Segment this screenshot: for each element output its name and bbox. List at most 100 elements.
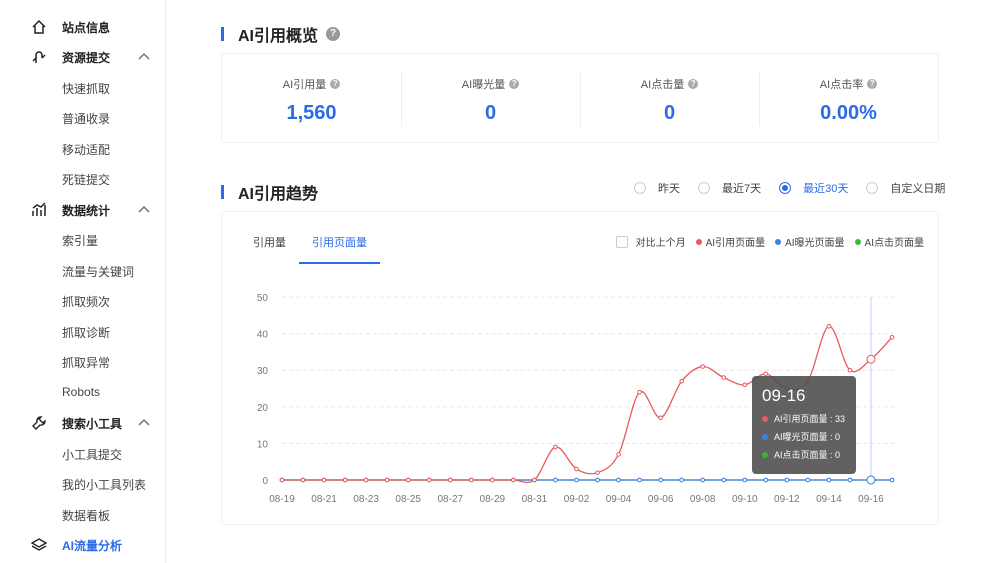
sidebar-item-data-board[interactable]: 数据看板 [62,507,110,524]
tooltip-row: AI点击页面量 : 0 [762,448,846,461]
metric-label: AI曝光量 [461,79,506,91]
legend-label: AI点击页面量 [864,238,924,249]
sidebar-group-label: AI流量分析 [62,538,123,553]
radio-label: 最近30天 [803,183,849,195]
tab-citation-pages[interactable]: 引用页面量 [299,234,380,264]
legend-label: AI曝光页面量 [785,238,845,249]
help-icon[interactable]: ? [509,79,520,89]
chevron-up-icon[interactable] [138,52,150,60]
metric-ai-clicks: AI点击量? 0 [580,54,759,142]
sidebar-item-my-tools[interactable]: 我的小工具列表 [62,476,146,493]
trend-card: 引用量 引用页面量 对比上个月 AI引用页面量 AI曝光页面量 AI点击页面量 [221,211,939,525]
radio-circle [634,182,646,194]
sidebar-group-label: 资源提交 [62,50,111,65]
radio-circle [866,182,879,194]
layers-icon [31,538,47,551]
sidebar-item-robots[interactable]: Robots [62,385,100,399]
radio-custom-date[interactable]: 自定义日期 [866,180,945,196]
legend-item[interactable]: AI点击页面量 [854,234,924,249]
help-icon[interactable]: ? [330,79,341,89]
metric-value: 1,560 [286,102,337,124]
metric-ai-citations: AI引用量? 1,560 [222,54,401,142]
radio-last-30-days[interactable]: 最近30天 [779,180,848,196]
sidebar: 站点信息 资源提交 快速抓取 普通收录 移动适配 死链提交 数据统计 索引量 流… [0,0,166,563]
radio-yesterday[interactable]: 昨天 [634,180,680,196]
help-icon[interactable]: ? [326,27,341,41]
metric-label-wrap: AI点击率? [759,76,938,92]
compare-label: 对比上个月 [635,238,686,249]
sidebar-item-index-volume[interactable]: 索引量 [62,232,98,249]
trend-header: AI引用趋势 [221,180,318,204]
radio-circle [779,182,792,194]
radio-label: 最近7天 [722,183,762,195]
tooltip-date: 09-16 [762,386,806,405]
overview-header: AI引用概览 ? [221,22,341,46]
chart-legend: 对比上个月 AI引用页面量 AI曝光页面量 AI点击页面量 [615,234,924,249]
metric-label-wrap: AI引用量? [222,76,401,92]
metric-label: AI点击率 [819,79,864,91]
sidebar-group-ai-traffic[interactable]: AI流量分析 [0,530,166,560]
metric-label: AI点击量 [640,79,685,91]
chevron-up-icon[interactable] [138,205,150,213]
metric-value: 0 [663,102,676,124]
section-accent-bar [221,27,224,41]
sidebar-group-data-stats[interactable]: 数据统计 [0,195,166,225]
metric-label-wrap: AI曝光量? [401,76,580,92]
sidebar-group-site-info[interactable]: 站点信息 [0,12,166,42]
tooltip-dot [762,433,768,440]
date-range-selector: 昨天 最近7天 最近30天 自定义日期 [634,180,945,196]
sidebar-group-search-tools[interactable]: 搜索小工具 [0,408,166,438]
overview-title: AI引用概览 [238,28,319,45]
sidebar-group-label: 站点信息 [62,20,111,35]
sidebar-item-fast-crawl[interactable]: 快速抓取 [62,80,110,97]
chevron-up-icon[interactable] [138,418,150,426]
sidebar-item-crawl-frequency[interactable]: 抓取频次 [62,293,110,310]
metric-label-wrap: AI点击量? [580,76,759,92]
tooltip-row: AI曝光页面量 : 0 [762,430,846,443]
tooltip-dot [762,415,768,422]
sidebar-item-crawl-errors[interactable]: 抓取异常 [62,354,110,371]
metric-value: 0 [484,102,497,124]
sidebar-group-label: 数据统计 [62,203,111,218]
chart-tooltip: 09-16 AI引用页面量 : 33 AI曝光页面量 : 0 AI点击页面量 :… [752,376,856,474]
trend-title: AI引用趋势 [238,186,319,203]
sidebar-item-traffic-keywords[interactable]: 流量与关键词 [62,263,134,280]
trend-tabs: 引用量 引用页面量 [240,234,380,264]
legend-item[interactable]: AI引用页面量 [695,234,766,249]
tooltip-row: AI引用页面量 : 33 [762,412,846,425]
legend-dot [695,238,702,245]
home-icon [32,19,46,34]
sidebar-item-tool-submit[interactable]: 小工具提交 [62,446,122,463]
tooltip-text: AI曝光页面量 : 0 [774,432,841,442]
tab-citations[interactable]: 引用量 [240,234,299,264]
metric-ai-exposure: AI曝光量? 0 [401,54,580,142]
main-content: AI引用概览 ? AI引用量? 1,560 AI曝光量? 0 AI点击量? 0 … [166,0,1000,563]
section-accent-bar [221,185,224,199]
radio-label: 昨天 [658,183,680,195]
sidebar-group-resource-submit[interactable]: 资源提交 [0,42,166,72]
sidebar-item-mobile-adapt[interactable]: 移动适配 [62,141,110,158]
sidebar-group-label: 搜索小工具 [62,416,123,431]
tooltip-text: AI点击页面量 : 0 [774,450,841,460]
radio-last-7-days[interactable]: 最近7天 [698,180,761,196]
resource-submit-icon [32,51,46,63]
tooltip-text: AI引用页面量 : 33 [774,414,846,424]
metric-label: AI引用量 [282,79,327,91]
sidebar-item-crawl-diagnosis[interactable]: 抓取诊断 [62,324,110,341]
sidebar-item-dead-link[interactable]: 死链提交 [62,171,110,188]
wrench-icon [32,416,46,430]
legend-item[interactable]: AI曝光页面量 [775,234,845,249]
legend-label: AI引用页面量 [705,238,766,249]
tooltip-dot [762,451,768,458]
legend-dot [854,238,861,245]
overview-card: AI引用量? 1,560 AI曝光量? 0 AI点击量? 0 AI点击率? 0.… [221,53,939,143]
metric-value: 0.00% [820,102,877,124]
sidebar-item-normal-index[interactable]: 普通收录 [62,110,110,127]
help-icon[interactable]: ? [867,79,878,89]
legend-dot [775,238,782,245]
radio-circle [698,182,710,194]
compare-checkbox[interactable] [615,235,628,248]
radio-label: 自定义日期 [890,183,946,195]
help-icon[interactable]: ? [688,79,699,89]
bar-stats-icon [32,202,46,216]
